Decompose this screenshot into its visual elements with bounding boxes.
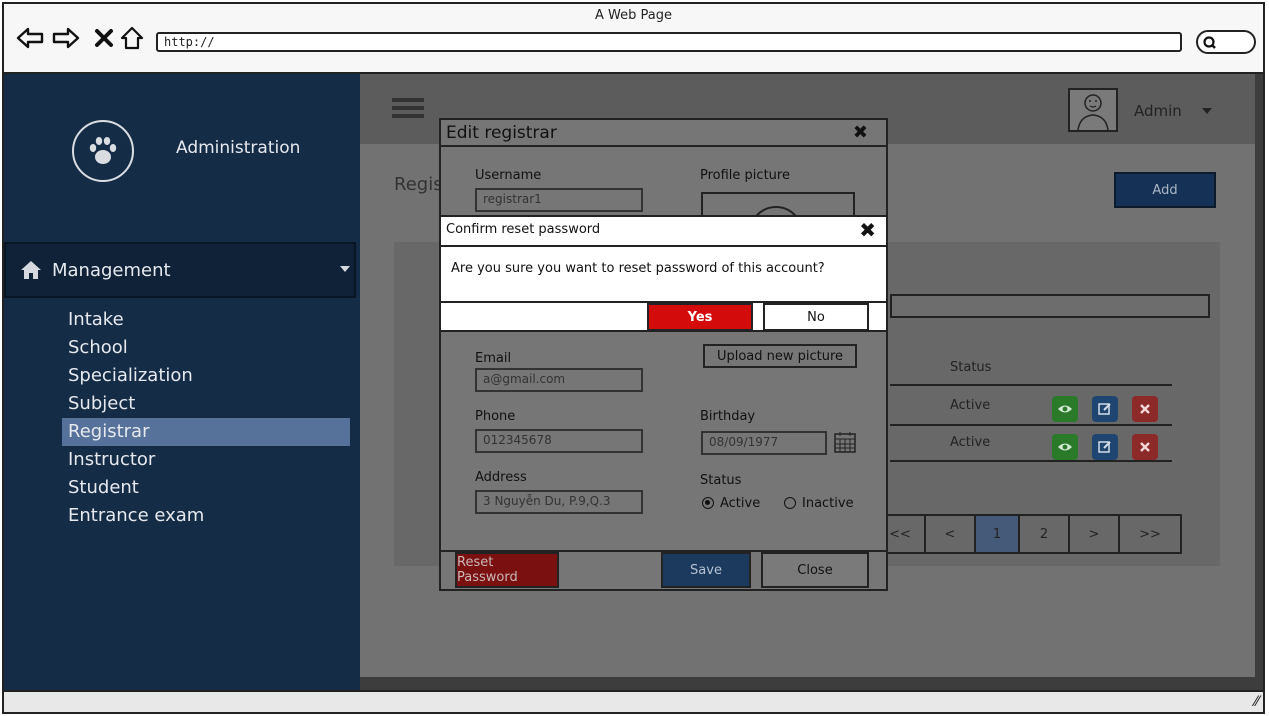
user-name[interactable]: Admin	[1134, 102, 1182, 120]
delete-icon[interactable]	[1132, 396, 1158, 422]
page-2[interactable]: 2	[1020, 516, 1070, 552]
row-status: Active	[950, 435, 991, 450]
sidebar-item-school[interactable]: School	[62, 334, 350, 362]
home-icon	[21, 261, 41, 279]
status-inactive-radio[interactable]	[784, 497, 796, 509]
address-field[interactable]: 3 Nguyễn Du, P.9,Q.3	[475, 490, 643, 514]
username-field[interactable]: registrar1	[475, 188, 643, 212]
dialog-title: Edit registrar	[446, 123, 557, 143]
confirm-header: Confirm reset password ✖	[441, 217, 886, 247]
edit-icon[interactable]	[1092, 434, 1118, 460]
page-next[interactable]: >	[1070, 516, 1120, 552]
reset-password-button[interactable]: Reset Password	[455, 552, 559, 588]
status-label: Status	[700, 473, 742, 488]
hamburger-menu-icon[interactable]	[392, 98, 424, 124]
status-active-radio[interactable]	[702, 497, 714, 509]
window-title: A Web Page	[595, 8, 672, 23]
page-last[interactable]: >>	[1120, 516, 1180, 552]
stop-icon[interactable]	[90, 24, 118, 52]
sidebar-item-entrance-exam[interactable]: Entrance exam	[62, 502, 350, 530]
email-field[interactable]: a@gmail.com	[475, 368, 643, 392]
phone-label: Phone	[475, 409, 516, 424]
sidebar-item-intake[interactable]: Intake	[62, 306, 350, 334]
column-header-status: Status	[950, 360, 992, 375]
sidebar-item-student[interactable]: Student	[62, 474, 350, 502]
sidebar-item-instructor[interactable]: Instructor	[62, 446, 350, 474]
save-button[interactable]: Save	[661, 552, 751, 588]
dialog-header: Edit registrar ✖	[441, 120, 886, 147]
status-active-label: Active	[720, 496, 761, 511]
home-icon[interactable]	[118, 24, 146, 52]
browser-search-field[interactable]	[1196, 30, 1256, 54]
page-prev[interactable]: <	[926, 516, 976, 552]
paw-icon	[72, 120, 134, 182]
edit-registrar-dialog: Edit registrar ✖ Username registrar1 Pro…	[439, 118, 888, 591]
sidebar-item-specialization[interactable]: Specialization	[62, 362, 350, 390]
row-status: Active	[950, 398, 991, 413]
brand-name: Administration	[176, 138, 301, 158]
edit-icon[interactable]	[1092, 396, 1118, 422]
status-inactive-label: Inactive	[802, 496, 854, 511]
upload-picture-button[interactable]: Upload new picture	[703, 344, 857, 368]
add-button[interactable]: Add	[1114, 172, 1216, 208]
confirm-reset-dialog: Confirm reset password ✖ Are you sure yo…	[439, 215, 888, 332]
delete-icon[interactable]	[1132, 434, 1158, 460]
birthday-field[interactable]: 08/09/1977	[701, 431, 827, 455]
sidebar-menu: Intake School Specialization Subject Reg…	[62, 306, 350, 530]
browser-statusbar: ⁄⁄	[4, 690, 1263, 712]
address-bar[interactable]: http://	[156, 32, 1182, 52]
resize-grip-icon[interactable]: ⁄⁄	[1254, 694, 1259, 710]
no-button[interactable]: No	[763, 303, 869, 331]
search-icon	[1203, 36, 1216, 49]
back-icon[interactable]	[16, 24, 44, 52]
page-title: Regis	[394, 174, 443, 195]
chevron-down-icon[interactable]	[1202, 108, 1212, 114]
sidebar-item-registrar[interactable]: Registrar	[62, 418, 350, 446]
calendar-icon[interactable]	[833, 430, 857, 458]
forward-icon[interactable]	[52, 24, 80, 52]
yes-button[interactable]: Yes	[647, 303, 753, 331]
birthday-label: Birthday	[700, 409, 756, 424]
search-input[interactable]	[890, 294, 1210, 318]
address-label: Address	[475, 470, 527, 485]
page-1[interactable]: 1	[976, 516, 1020, 552]
pagination: << < 1 2 > >>	[874, 514, 1182, 554]
table-divider	[890, 384, 1172, 386]
phone-field[interactable]: 012345678	[475, 429, 643, 453]
profile-picture-label: Profile picture	[700, 168, 790, 183]
sidebar-section-management[interactable]: Management	[4, 242, 356, 298]
sidebar: Administration Management Intake School …	[4, 74, 360, 692]
sidebar-item-subject[interactable]: Subject	[62, 390, 350, 418]
chevron-down-icon	[340, 266, 350, 272]
table-divider	[890, 424, 1172, 426]
section-label: Management	[52, 259, 171, 281]
email-label: Email	[475, 351, 512, 366]
username-label: Username	[475, 168, 542, 183]
close-button[interactable]: Close	[761, 552, 869, 588]
close-icon[interactable]: ✖	[853, 122, 868, 143]
avatar[interactable]	[1068, 88, 1118, 132]
confirm-title: Confirm reset password	[446, 222, 601, 237]
view-eye-icon[interactable]	[1052, 396, 1078, 422]
close-icon[interactable]: ✖	[859, 218, 876, 242]
browser-titlebar: A Web Page http://	[4, 4, 1263, 74]
table-divider	[890, 460, 1172, 462]
confirm-message: Are you sure you want to reset password …	[451, 261, 825, 276]
view-eye-icon[interactable]	[1052, 434, 1078, 460]
